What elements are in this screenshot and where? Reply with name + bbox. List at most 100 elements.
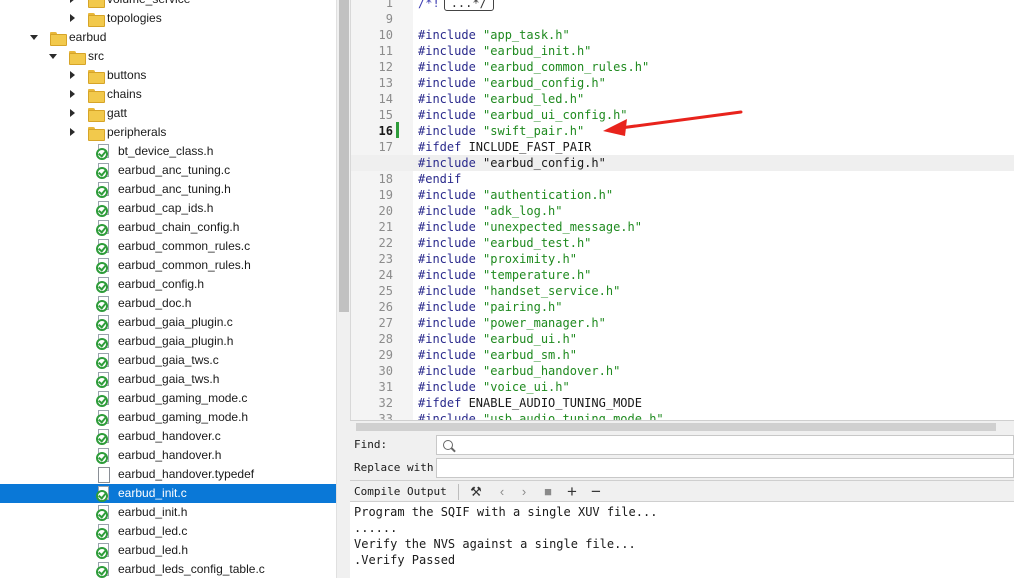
tree-file[interactable]: earbud_gaia_tws.c <box>0 351 336 370</box>
code-line[interactable]: 11 #include "earbud_init.h" <box>351 43 1014 59</box>
tree-file[interactable]: earbud_gaia_tws.h <box>0 370 336 389</box>
code-line[interactable]: 25 #include "handset_service.h" <box>351 283 1014 299</box>
line-number: 14 <box>378 92 393 106</box>
code-line[interactable]: 13 #include "earbud_config.h" <box>351 75 1014 91</box>
code-line[interactable]: 23 #include "proximity.h" <box>351 251 1014 267</box>
minus-icon[interactable]: − <box>588 483 604 500</box>
tree-folder[interactable]: chains <box>0 85 336 104</box>
tree-scroll-thumb[interactable] <box>339 0 349 312</box>
code-line[interactable]: 14 #include "earbud_led.h" <box>351 91 1014 107</box>
horizontal-scroll-thumb[interactable] <box>356 423 996 431</box>
tree-folder[interactable]: gatt <box>0 104 336 123</box>
code-text: #include "temperature.h" <box>418 267 591 283</box>
clear-output-icon[interactable]: ⚒ <box>468 484 484 500</box>
tree-folder[interactable]: earbud <box>0 28 336 47</box>
code-line[interactable]: 12 #include "earbud_common_rules.h" <box>351 59 1014 75</box>
tree-item-label: src <box>88 49 104 63</box>
replace-input[interactable] <box>436 458 1014 478</box>
code-line[interactable]: 19 #include "authentication.h" <box>351 187 1014 203</box>
line-number: 20 <box>378 204 393 218</box>
code-line[interactable]: 22 #include "earbud_test.h" <box>351 235 1014 251</box>
code-line[interactable]: 32 #ifdef ENABLE_AUDIO_TUNING_MODE <box>351 395 1014 411</box>
tree-file[interactable]: earbud_anc_tuning.h <box>0 180 336 199</box>
code-line[interactable]: 17 #ifdef INCLUDE_FAST_PAIR <box>351 139 1014 155</box>
editor-horizontal-scrollbar[interactable] <box>350 421 1014 433</box>
tree-item-label: earbud_config.h <box>118 277 205 291</box>
string-token: "earbud_common_rules.h" <box>483 60 650 74</box>
code-line[interactable]: 27 #include "power_manager.h" <box>351 315 1014 331</box>
tree-folder[interactable]: topologies <box>0 9 336 28</box>
chevron-right-icon[interactable] <box>68 104 78 123</box>
stop-icon[interactable]: ■ <box>540 484 556 500</box>
code-line[interactable]: 33 #include "usb_audio_tuning_mode.h" <box>351 411 1014 420</box>
code-line[interactable]: 1 /*! ...*/ <box>351 0 1014 11</box>
tree-file[interactable]: earbud_doc.h <box>0 294 336 313</box>
chevron-right-icon[interactable] <box>68 123 78 142</box>
code-line[interactable]: 28 #include "earbud_ui.h" <box>351 331 1014 347</box>
tree-file[interactable]: earbud_init.h <box>0 503 336 522</box>
tree-file[interactable]: earbud_leds_config_table.c <box>0 560 336 578</box>
next-arrow-icon[interactable]: › <box>516 484 532 500</box>
tree-item-label: earbud_gaia_plugin.h <box>118 334 234 348</box>
tree-file[interactable]: earbud_gaia_plugin.c <box>0 313 336 332</box>
tree-file[interactable]: earbud_config.h <box>0 275 336 294</box>
line-number: 17 <box>378 140 393 154</box>
tree-file[interactable]: earbud_handover.h <box>0 446 336 465</box>
line-number: 33 <box>378 412 393 420</box>
code-line[interactable]: 20 #include "adk_log.h" <box>351 203 1014 219</box>
tree-folder[interactable]: src <box>0 47 336 66</box>
tree-file[interactable]: earbud_handover.c <box>0 427 336 446</box>
directive-token: #include <box>418 236 484 250</box>
tree-folder[interactable]: buttons <box>0 66 336 85</box>
code-text: #include "pairing.h" <box>418 299 563 315</box>
tree-file[interactable]: earbud_gaming_mode.h <box>0 408 336 427</box>
previous-arrow-icon[interactable]: ‹ <box>494 484 510 500</box>
code-line[interactable]: 15 #include "earbud_ui_config.h" <box>351 107 1014 123</box>
code-editor[interactable]: 1 /*! ...*/ 9 10 #include "app_task.h" 11 #incl… <box>350 0 1014 420</box>
tree-file[interactable]: earbud_anc_tuning.c <box>0 161 336 180</box>
chevron-right-icon[interactable] <box>68 9 78 28</box>
compile-output-header: Compile Output ⚒ ‹ › ■ + − <box>350 480 1014 502</box>
tree-file[interactable]: earbud_led.c <box>0 522 336 541</box>
chevron-right-icon[interactable] <box>68 85 78 104</box>
tree-file[interactable]: earbud_common_rules.c <box>0 237 336 256</box>
chevron-right-icon[interactable] <box>68 66 78 85</box>
tree-file[interactable]: earbud_led.h <box>0 541 336 560</box>
code-line[interactable]: 29 #include "earbud_sm.h" <box>351 347 1014 363</box>
toolbar-separator <box>458 484 459 500</box>
code-line[interactable]: 18 #endif <box>351 171 1014 187</box>
tree-file[interactable]: earbud_common_rules.h <box>0 256 336 275</box>
chevron-right-icon[interactable] <box>68 0 78 9</box>
tree-scrollbar[interactable] <box>336 0 350 578</box>
tree-folder[interactable]: volume_service <box>0 0 336 9</box>
code-line[interactable]: 21 #include "unexpected_message.h" <box>351 219 1014 235</box>
folder-icon <box>88 89 105 103</box>
code-line[interactable]: 24 #include "temperature.h" <box>351 267 1014 283</box>
code-line[interactable]: 26 #include "pairing.h" <box>351 299 1014 315</box>
source-file-icon <box>96 334 111 350</box>
plus-icon[interactable]: + <box>564 483 580 500</box>
code-line[interactable]: 31 #include "voice_ui.h" <box>351 379 1014 395</box>
code-line[interactable]: 9 <box>351 11 1014 27</box>
code-line[interactable]: 10 #include "app_task.h" <box>351 27 1014 43</box>
tree-file[interactable]: earbud_handover.typedef <box>0 465 336 484</box>
code-line[interactable]: #include "earbud_config.h" <box>351 155 1014 171</box>
tree-file[interactable]: bt_device_class.h <box>0 142 336 161</box>
project-tree[interactable]: volume_service topologiesearbud src buttons… <box>0 0 336 578</box>
tree-file[interactable]: earbud_gaia_plugin.h <box>0 332 336 351</box>
tree-folder[interactable]: peripherals <box>0 123 336 142</box>
code-line[interactable]: 30 #include "earbud_handover.h" <box>351 363 1014 379</box>
tree-file[interactable]: earbud_gaming_mode.c <box>0 389 336 408</box>
tree-file[interactable]: earbud_init.c <box>0 484 336 503</box>
find-input[interactable] <box>436 435 1014 455</box>
folder-icon <box>69 51 86 65</box>
tree-file[interactable]: earbud_cap_ids.h <box>0 199 336 218</box>
chevron-down-icon[interactable] <box>49 47 59 66</box>
directive-token: #include <box>418 108 484 122</box>
chevron-down-icon[interactable] <box>30 28 40 47</box>
code-text: #include "earbud_handover.h" <box>418 363 620 379</box>
code-line[interactable]: 16 #include "swift_pair.h" <box>351 123 1014 139</box>
folded-comment-box[interactable]: ...*/ <box>443 0 494 11</box>
tree-file[interactable]: earbud_chain_config.h <box>0 218 336 237</box>
tree-item-label: earbud_handover.c <box>118 429 221 443</box>
